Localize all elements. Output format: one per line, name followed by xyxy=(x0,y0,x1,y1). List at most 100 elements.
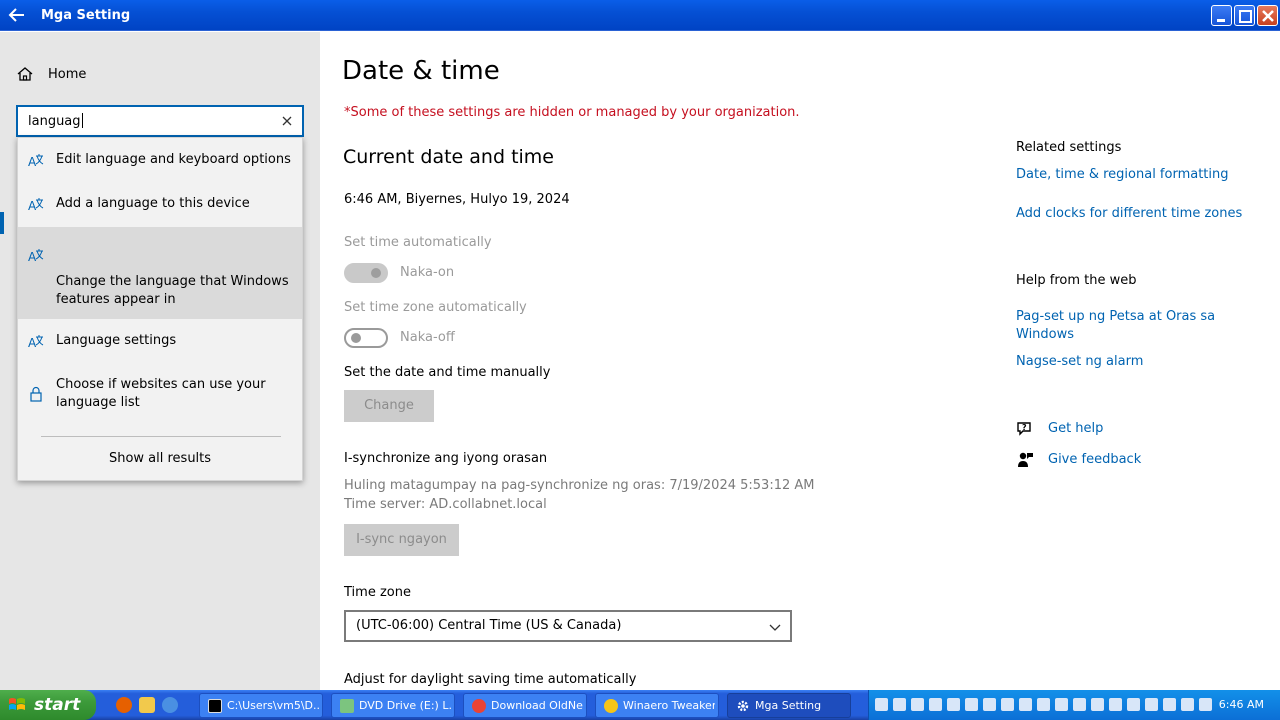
system-tray: 6:46 AM xyxy=(868,690,1280,720)
taskbar-button-label: DVD Drive (E:) L... xyxy=(359,699,451,712)
tray-icon[interactable] xyxy=(1163,698,1176,711)
taskbar-button-winaero[interactable]: Winaero Tweaker xyxy=(595,693,719,718)
suggestion-label: Change the language that Windows feature… xyxy=(56,274,289,307)
suggestion-label: Language settings xyxy=(56,333,177,348)
svg-text:A: A xyxy=(28,199,37,212)
close-button[interactable] xyxy=(1257,5,1278,26)
tray-icon[interactable] xyxy=(1055,698,1068,711)
timezone-select[interactable]: (UTC-06:00) Central Time (US & Canada) xyxy=(344,610,792,642)
svg-text:A: A xyxy=(28,336,37,349)
firefox-icon[interactable] xyxy=(116,697,132,713)
suggestion-change-display-language[interactable]: A Change the language that Windows featu… xyxy=(18,227,302,319)
help-heading: Help from the web xyxy=(1016,273,1137,288)
tray-icon[interactable] xyxy=(947,698,960,711)
svg-text:?: ? xyxy=(1022,423,1027,432)
suggestion-edit-language[interactable]: A Edit language and keyboard options xyxy=(18,138,302,182)
search-value: languag xyxy=(28,113,83,129)
tray-icon[interactable] xyxy=(1037,698,1050,711)
selected-indicator xyxy=(0,212,4,234)
home-label: Home xyxy=(48,66,87,82)
minimize-button[interactable] xyxy=(1211,5,1232,26)
set-tz-auto-state: Naka-off xyxy=(400,330,455,345)
suggestion-language-settings[interactable]: A Language settings xyxy=(18,319,302,361)
sync-server: Time server: AD.collabnet.local xyxy=(344,497,547,512)
tray-icon[interactable] xyxy=(1073,698,1086,711)
search-suggestions: A Edit language and keyboard options A A… xyxy=(17,137,303,481)
restore-icon xyxy=(1239,10,1252,23)
tray-icon[interactable] xyxy=(929,698,942,711)
tray-icon[interactable] xyxy=(875,698,888,711)
suggestion-websites-language-list[interactable]: Choose if websites can use your language… xyxy=(18,362,302,422)
folder-icon[interactable] xyxy=(139,697,155,713)
set-time-auto-toggle[interactable] xyxy=(344,263,388,283)
network-icon[interactable] xyxy=(1181,698,1194,711)
lock-icon xyxy=(30,386,42,402)
gear-icon xyxy=(737,700,749,712)
dvd-icon xyxy=(340,699,354,713)
svg-text:A: A xyxy=(28,155,37,168)
manual-date-label: Set the date and time manually xyxy=(344,365,551,380)
tray-icon[interactable] xyxy=(983,698,996,711)
tray-icon[interactable] xyxy=(1001,698,1014,711)
set-tz-auto-label: Set time zone automatically xyxy=(344,300,527,315)
sync-now-button[interactable]: I-sync ngayon xyxy=(344,524,459,556)
setup-date-time-link[interactable]: Pag-set up ng Petsa at Oras sa Windows xyxy=(1016,308,1236,344)
set-tz-auto-toggle[interactable] xyxy=(344,328,388,348)
chevron-down-icon xyxy=(769,624,781,631)
change-button[interactable]: Change xyxy=(344,390,434,422)
tray-icon[interactable] xyxy=(1127,698,1140,711)
home-icon xyxy=(17,67,33,81)
window-title: Mga Setting xyxy=(41,8,131,23)
taskbar-button-cmd[interactable]: C:\Users\vm5\D... xyxy=(199,693,323,718)
restore-button[interactable] xyxy=(1234,5,1255,26)
back-arrow-icon[interactable] xyxy=(6,4,28,26)
tray-icon[interactable] xyxy=(1019,698,1032,711)
minimize-icon xyxy=(1217,19,1225,22)
svg-text:A: A xyxy=(28,250,37,263)
current-date-heading: Current date and time xyxy=(343,146,554,168)
regional-formatting-link[interactable]: Date, time & regional formatting xyxy=(1016,166,1229,184)
set-time-auto-state: Naka-on xyxy=(400,265,455,280)
current-date-value: 6:46 AM, Biyernes, Hulyo 19, 2024 xyxy=(344,192,570,207)
show-all-results-link[interactable]: Show all results xyxy=(18,451,302,466)
close-icon xyxy=(1262,10,1274,22)
feedback-icon xyxy=(1018,452,1033,467)
cmd-icon xyxy=(208,699,222,713)
navigation-pane: Home languag A Edit language and keyboar… xyxy=(0,32,320,690)
tray-icon[interactable] xyxy=(893,698,906,711)
suggestion-add-language[interactable]: A Add a language to this device xyxy=(18,182,302,226)
tray-icon[interactable] xyxy=(1145,698,1158,711)
taskbar-button-label: Mga Setting xyxy=(755,699,822,712)
main-content: Date & time *Some of these settings are … xyxy=(320,32,1280,690)
language-icon: A xyxy=(28,249,44,263)
clock[interactable]: 6:46 AM xyxy=(1219,698,1264,711)
home-nav-item[interactable]: Home xyxy=(16,64,86,84)
tray-icon[interactable] xyxy=(1109,698,1122,711)
give-feedback-link[interactable]: Give feedback xyxy=(1048,451,1141,469)
tray-icon[interactable] xyxy=(965,698,978,711)
taskbar-button-chrome[interactable]: Download OldNe... xyxy=(463,693,587,718)
clear-search-icon[interactable] xyxy=(280,114,294,128)
taskbar: start C:\Users\vm5\D... DVD Drive (E:) L… xyxy=(0,690,1280,720)
sync-heading: I-synchronize ang iyong orasan xyxy=(344,451,548,466)
language-icon: A xyxy=(28,198,44,212)
suggestion-label: Add a language to this device xyxy=(56,196,250,211)
get-help-link[interactable]: Get help xyxy=(1048,420,1103,438)
suggestion-label: Choose if websites can use your language… xyxy=(56,377,266,410)
timezone-label: Time zone xyxy=(344,585,411,600)
tray-icon[interactable] xyxy=(1091,698,1104,711)
taskbar-button-dvd[interactable]: DVD Drive (E:) L... xyxy=(331,693,455,718)
search-input[interactable]: languag xyxy=(16,105,304,137)
volume-icon[interactable] xyxy=(1199,698,1212,711)
browser-icon[interactable] xyxy=(162,697,178,713)
start-button[interactable]: start xyxy=(0,690,96,720)
chrome-icon xyxy=(472,699,486,713)
winaero-icon xyxy=(604,699,618,713)
taskbar-button-settings[interactable]: Mga Setting xyxy=(727,693,851,718)
tray-icon[interactable] xyxy=(911,698,924,711)
suggestion-label: Edit language and keyboard options xyxy=(56,152,291,167)
dst-label: Adjust for daylight saving time automati… xyxy=(344,672,637,687)
sync-last: Huling matagumpay na pag-synchronize ng … xyxy=(344,478,815,493)
set-alarm-link[interactable]: Nagse-set ng alarm xyxy=(1016,353,1143,371)
add-clocks-link[interactable]: Add clocks for different time zones xyxy=(1016,205,1242,223)
